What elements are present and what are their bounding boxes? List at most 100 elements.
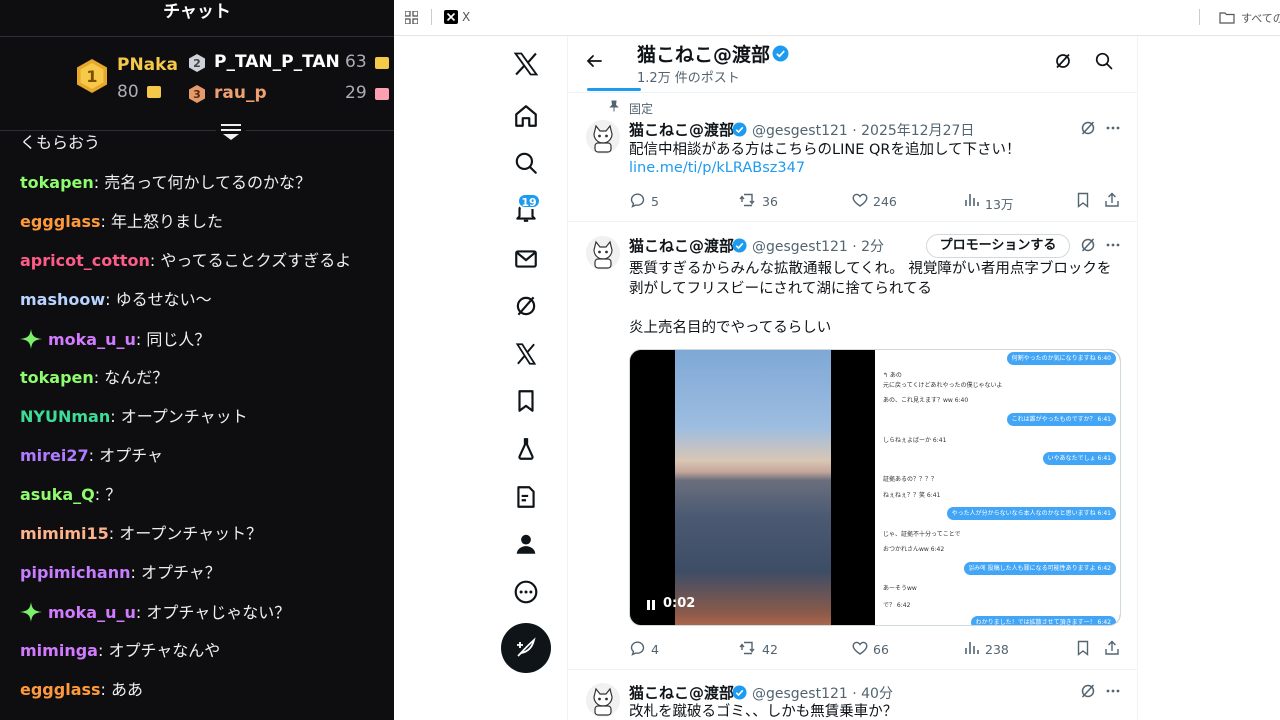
- chat-username[interactable]: apricot_cotton: [20, 251, 150, 270]
- verified-badge-icon: [732, 238, 747, 253]
- chat-screenshot-image[interactable]: 何割やったのか気になりますね 6:40 ↰ あの 元に戻ってくけどあれやったの僕…: [875, 350, 1120, 625]
- like-heart-icon[interactable]: [851, 191, 869, 209]
- chat-username[interactable]: moka_u_u: [48, 603, 136, 622]
- articles-compose-icon[interactable]: [513, 484, 539, 510]
- chat-username[interactable]: NYUNman: [20, 407, 110, 426]
- repost-count: 36: [762, 194, 778, 209]
- reply-count: 5: [651, 194, 659, 209]
- chat-separator: :: [135, 330, 147, 349]
- messages-envelope-icon[interactable]: [513, 246, 539, 272]
- gift-icon: [375, 57, 389, 69]
- reply-icon[interactable]: [629, 191, 647, 209]
- chat-text: ああ: [111, 680, 144, 699]
- leader-1-name[interactable]: PNaka: [117, 55, 178, 75]
- repost-icon[interactable]: [739, 191, 757, 209]
- chat-username[interactable]: eggglass: [20, 680, 101, 699]
- verified-badge-icon: [732, 122, 747, 137]
- chat-message: apricot_cotton: やってることクズすぎるよ: [20, 251, 351, 271]
- tweet-handle-date[interactable]: @gesgest121 · 40分: [752, 683, 893, 703]
- chat-bubble: わかりました！では拡散させて頂きますー！ 6:42: [970, 616, 1116, 625]
- chat-username[interactable]: mimimi15: [20, 524, 109, 543]
- chat-line: 証拠あるの？？？？: [883, 476, 938, 483]
- like-heart-icon[interactable]: [851, 639, 869, 657]
- more-options-icon[interactable]: [1104, 119, 1122, 137]
- reply-count: 4: [651, 642, 659, 657]
- tweet-handle-date[interactable]: @gesgest121 · 2025年12月27日: [752, 120, 974, 140]
- labs-flask-icon[interactable]: [513, 436, 539, 462]
- bookmarks-icon[interactable]: [513, 388, 539, 414]
- avatar[interactable]: [586, 120, 620, 154]
- tweet-author-name[interactable]: 猫こねこ@渡部: [629, 119, 734, 140]
- chat-text: やってることクズすぎるよ: [160, 251, 352, 270]
- chat-username[interactable]: tokapen: [20, 173, 94, 192]
- pause-icon[interactable]: [645, 599, 657, 611]
- chat-message: tokapen: なんだ？: [20, 368, 168, 388]
- leader-2-count: 63: [345, 52, 367, 72]
- grok-icon[interactable]: [1079, 682, 1097, 700]
- bookmark-icon[interactable]: [1074, 639, 1092, 657]
- grok-icon[interactable]: [1079, 236, 1097, 254]
- profile-icon[interactable]: [513, 531, 539, 557]
- chat-text: ？: [105, 485, 122, 504]
- tweet-author-name[interactable]: 猫こねこ@渡部: [629, 682, 734, 703]
- compose-post-button[interactable]: [501, 623, 551, 673]
- collapse-leaderboard-icon[interactable]: [216, 120, 246, 142]
- chat-username[interactable]: eggglass: [20, 212, 101, 231]
- avatar[interactable]: [586, 683, 620, 717]
- verified-badge-icon: [732, 685, 747, 700]
- more-options-icon[interactable]: [1104, 682, 1122, 700]
- reply-icon[interactable]: [629, 639, 647, 657]
- back-arrow-icon[interactable]: [584, 51, 604, 71]
- tweet-handle-date[interactable]: @gesgest121 · 2分: [752, 236, 884, 256]
- chat-username[interactable]: moka_u_u: [48, 330, 136, 349]
- chat-text: 年上怒りました: [111, 212, 224, 231]
- tweet-author-name[interactable]: 猫こねこ@渡部: [629, 235, 734, 256]
- apps-grid-icon[interactable]: [405, 11, 418, 24]
- bookmark-icon[interactable]: [1074, 191, 1092, 209]
- avatar[interactable]: [586, 236, 620, 270]
- chat-username[interactable]: mimingа: [20, 641, 98, 660]
- leader-2-name[interactable]: P_TAN_P_TAN: [214, 52, 340, 72]
- tweet-link[interactable]: line.me/ti/p/kLRABsz347: [629, 160, 805, 176]
- promote-button[interactable]: プロモーションする: [926, 234, 1070, 258]
- chat-username[interactable]: asuka_Q: [20, 485, 95, 504]
- share-icon[interactable]: [1103, 639, 1121, 657]
- chat-text: 売名って何かしてるのかな？: [104, 173, 311, 192]
- views-chart-icon[interactable]: [963, 639, 981, 657]
- more-icon[interactable]: [513, 579, 539, 605]
- tweet-media[interactable]: 0:02 何割やったのか気になりますね 6:40 ↰ あの 元に戻ってくけどあれ…: [629, 349, 1121, 626]
- leader-3-count: 29: [345, 83, 367, 103]
- notification-count-badge: 19: [517, 193, 541, 209]
- repost-icon[interactable]: [739, 639, 757, 657]
- search-icon[interactable]: [513, 150, 539, 176]
- tab-x[interactable]: X: [462, 10, 470, 24]
- chat-separator: :: [105, 290, 116, 309]
- chat-username[interactable]: mashoow: [20, 290, 105, 309]
- more-options-icon[interactable]: [1104, 236, 1122, 254]
- grok-icon[interactable]: [513, 293, 539, 319]
- bookmarks-folder[interactable]: すべてのブ: [1241, 10, 1280, 26]
- folder-icon: [1219, 12, 1235, 24]
- sparkle-badge-icon: [20, 329, 42, 349]
- search-icon[interactable]: [1094, 51, 1114, 71]
- chat-separator: :: [130, 563, 141, 582]
- x-logo-icon[interactable]: [512, 50, 540, 78]
- chat-username[interactable]: tokapen: [20, 368, 94, 387]
- video-player[interactable]: [675, 350, 831, 625]
- chat-message: mirei27: オプチャ: [20, 446, 163, 466]
- grok-icon[interactable]: [1053, 51, 1073, 71]
- chat-username[interactable]: pipimichann: [20, 563, 130, 582]
- views-chart-icon[interactable]: [963, 191, 981, 209]
- home-icon[interactable]: [513, 103, 539, 129]
- chat-line: じゃ、証拠不十分ってことで: [883, 531, 961, 538]
- chat-separator: :: [110, 407, 121, 426]
- grok-icon[interactable]: [1079, 119, 1097, 137]
- chat-separator: :: [97, 641, 109, 660]
- divider: [0, 36, 394, 37]
- leader-3-name[interactable]: rau_p: [214, 83, 267, 103]
- premium-x-icon[interactable]: [513, 341, 539, 367]
- chat-username[interactable]: mirei27: [20, 446, 89, 465]
- share-icon[interactable]: [1103, 191, 1121, 209]
- chat-line: 元に戻ってくけどあれやったの僕じゃないよ: [883, 382, 1003, 389]
- chat-bubble: 何割やったのか気になりますね 6:40: [1006, 352, 1116, 365]
